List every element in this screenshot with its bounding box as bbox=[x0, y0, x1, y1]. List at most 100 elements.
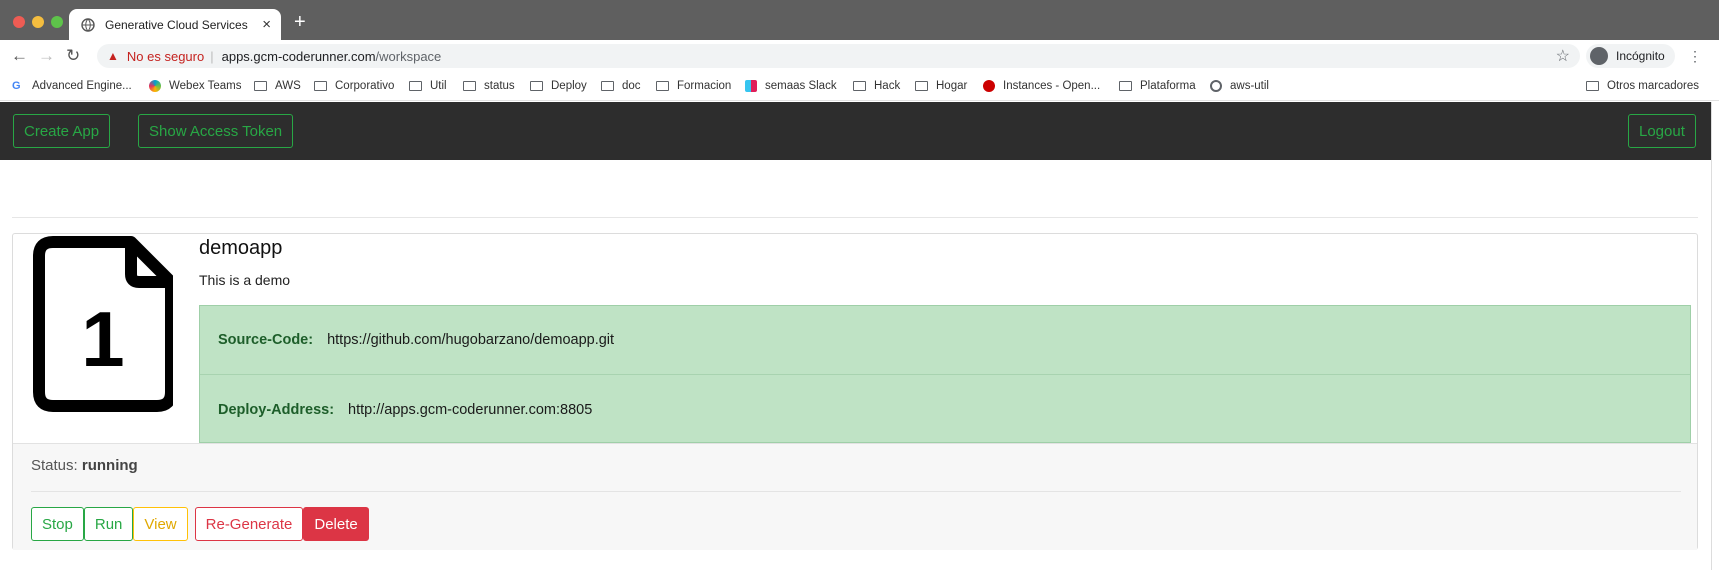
folder-icon bbox=[530, 81, 543, 91]
bookmark-item[interactable]: status bbox=[463, 80, 515, 92]
status-value: running bbox=[81, 457, 138, 474]
tab-close-icon[interactable]: × bbox=[262, 16, 271, 33]
address-toolbar: ← → ↻ ▲ No es seguro | apps.gcm-coderunn… bbox=[0, 40, 1719, 72]
bookmark-label: Corporativo bbox=[335, 80, 395, 92]
bookmark-item[interactable]: Webex Teams bbox=[149, 80, 241, 92]
bookmark-item[interactable]: Deploy bbox=[530, 80, 587, 92]
app-navbar: Create App Show Access Token Logout bbox=[0, 102, 1711, 160]
window-close-button[interactable] bbox=[13, 16, 25, 28]
window-minimize-button[interactable] bbox=[32, 16, 44, 28]
bookmark-item[interactable]: doc bbox=[601, 80, 641, 92]
bookmark-label: Hogar bbox=[936, 80, 968, 92]
folder-icon bbox=[254, 81, 267, 91]
show-access-token-button[interactable]: Show Access Token bbox=[138, 114, 294, 148]
bookmark-item[interactable]: AWS bbox=[254, 80, 301, 92]
forward-arrow-icon[interactable]: → bbox=[38, 46, 55, 66]
incognito-indicator[interactable]: Incógnito bbox=[1586, 44, 1675, 68]
view-button[interactable]: View bbox=[133, 507, 188, 541]
bookmark-label: semaas Slack bbox=[765, 80, 837, 92]
bookmark-item[interactable]: Instances - Open... bbox=[983, 80, 1100, 92]
google-icon: G bbox=[12, 80, 21, 92]
browser-tab-bar: Generative Cloud Services × + bbox=[0, 0, 1719, 40]
new-tab-button[interactable]: + bbox=[294, 12, 306, 32]
folder-icon bbox=[656, 81, 669, 91]
bookmark-label: doc bbox=[622, 80, 641, 92]
app-description: This is a demo bbox=[199, 272, 291, 288]
regenerate-button[interactable]: Re-Generate bbox=[194, 507, 304, 541]
bookmark-item[interactable]: aws-util bbox=[1210, 80, 1269, 92]
folder-icon bbox=[601, 81, 614, 91]
source-code-row: Source-Code: https://github.com/hugobarz… bbox=[200, 306, 1690, 375]
file-number-icon: 1 bbox=[33, 236, 173, 412]
tab-title: Generative Cloud Services bbox=[105, 17, 248, 32]
redhat-icon bbox=[983, 80, 995, 92]
browser-menu-icon[interactable]: ⋮ bbox=[1688, 48, 1702, 65]
folder-icon bbox=[409, 81, 422, 91]
bookmark-item[interactable]: Util bbox=[409, 80, 447, 92]
deploy-address-label: Deploy-Address: bbox=[218, 401, 335, 418]
bookmark-item[interactable]: Corporativo bbox=[314, 80, 394, 92]
url-host: apps.gcm-coderunner.com bbox=[221, 48, 376, 64]
logout-button[interactable]: Logout bbox=[1628, 114, 1696, 148]
page-scrollbar[interactable] bbox=[1711, 102, 1719, 570]
run-button[interactable]: Run bbox=[83, 507, 134, 541]
bookmark-label: AWS bbox=[275, 80, 301, 92]
bookmark-item[interactable]: Hack bbox=[853, 80, 900, 92]
reload-icon[interactable]: ↻ bbox=[66, 46, 80, 66]
other-bookmarks-label: Otros marcadores bbox=[1607, 80, 1700, 92]
deploy-address-row: Deploy-Address: http://apps.gcm-coderunn… bbox=[200, 375, 1690, 444]
bookmark-label: Util bbox=[430, 80, 447, 92]
stop-button[interactable]: Stop bbox=[31, 507, 84, 541]
divider bbox=[12, 217, 1698, 218]
create-app-button[interactable]: Create App bbox=[13, 114, 111, 148]
folder-icon bbox=[1586, 81, 1599, 91]
bookmark-item[interactable]: semaas Slack bbox=[745, 80, 837, 92]
app-number: 1 bbox=[81, 295, 124, 383]
app-card: 1 demoapp This is a demo Source-Code: ht… bbox=[12, 233, 1698, 550]
bookmark-label: Advanced Engine... bbox=[32, 80, 132, 92]
address-bar[interactable]: ▲ No es seguro | apps.gcm-coderunner.com… bbox=[97, 44, 1580, 68]
bookmarks-bar: G Advanced Engine... Webex Teams AWS Corp… bbox=[0, 72, 1719, 101]
bookmark-label: Formacion bbox=[677, 80, 732, 92]
folder-icon bbox=[463, 81, 476, 91]
delete-button[interactable]: Delete bbox=[303, 507, 369, 541]
bookmark-item[interactable]: G Advanced Engine... bbox=[12, 80, 132, 92]
bookmark-item[interactable]: Hogar bbox=[915, 80, 967, 92]
warning-icon: ▲ bbox=[107, 49, 119, 63]
app-name: demoapp bbox=[199, 237, 283, 259]
bookmark-item[interactable]: Formacion bbox=[656, 80, 731, 92]
source-code-value: https://github.com/hugobarzano/demoapp.g… bbox=[327, 332, 615, 348]
app-info-box: Source-Code: https://github.com/hugobarz… bbox=[199, 305, 1691, 443]
source-code-label: Source-Code: bbox=[218, 332, 314, 348]
bookmark-label: aws-util bbox=[1230, 80, 1269, 92]
bookmark-label: Deploy bbox=[551, 80, 587, 92]
window-maximize-button[interactable] bbox=[51, 16, 63, 28]
bookmark-label: Hack bbox=[874, 80, 901, 92]
other-bookmarks[interactable]: Otros marcadores bbox=[1586, 80, 1699, 92]
security-warning[interactable]: No es seguro bbox=[127, 49, 204, 64]
bookmark-label: Instances - Open... bbox=[1003, 80, 1101, 92]
bookmark-label: Webex Teams bbox=[169, 80, 242, 92]
folder-icon bbox=[314, 81, 327, 91]
bookmark-star-icon[interactable]: ☆ bbox=[1556, 46, 1570, 66]
action-buttons: Stop Run View Re-Generate Delete bbox=[31, 507, 369, 541]
browser-tab[interactable]: Generative Cloud Services × bbox=[69, 9, 281, 40]
incognito-label: Incógnito bbox=[1616, 49, 1665, 63]
folder-icon bbox=[915, 81, 928, 91]
back-arrow-icon[interactable]: ← bbox=[11, 46, 28, 66]
footer-divider bbox=[31, 491, 1681, 492]
bookmark-label: Plataforma bbox=[1140, 80, 1196, 92]
folder-icon bbox=[853, 81, 866, 91]
card-footer: Status: running Stop Run View Re-Generat… bbox=[13, 443, 1697, 550]
globe-icon bbox=[81, 17, 95, 32]
url-path: /workspace bbox=[375, 48, 442, 64]
webex-icon bbox=[149, 80, 161, 92]
bookmark-label: status bbox=[484, 80, 515, 92]
deploy-address-value: http://apps.gcm-coderunner.com:8805 bbox=[348, 401, 593, 418]
bookmark-item[interactable]: Plataforma bbox=[1119, 80, 1196, 92]
slack-icon bbox=[745, 80, 757, 92]
status-label: Status: bbox=[31, 457, 78, 474]
folder-icon bbox=[1119, 81, 1132, 91]
incognito-icon bbox=[1590, 47, 1608, 65]
status-line: Status: running bbox=[31, 457, 138, 474]
